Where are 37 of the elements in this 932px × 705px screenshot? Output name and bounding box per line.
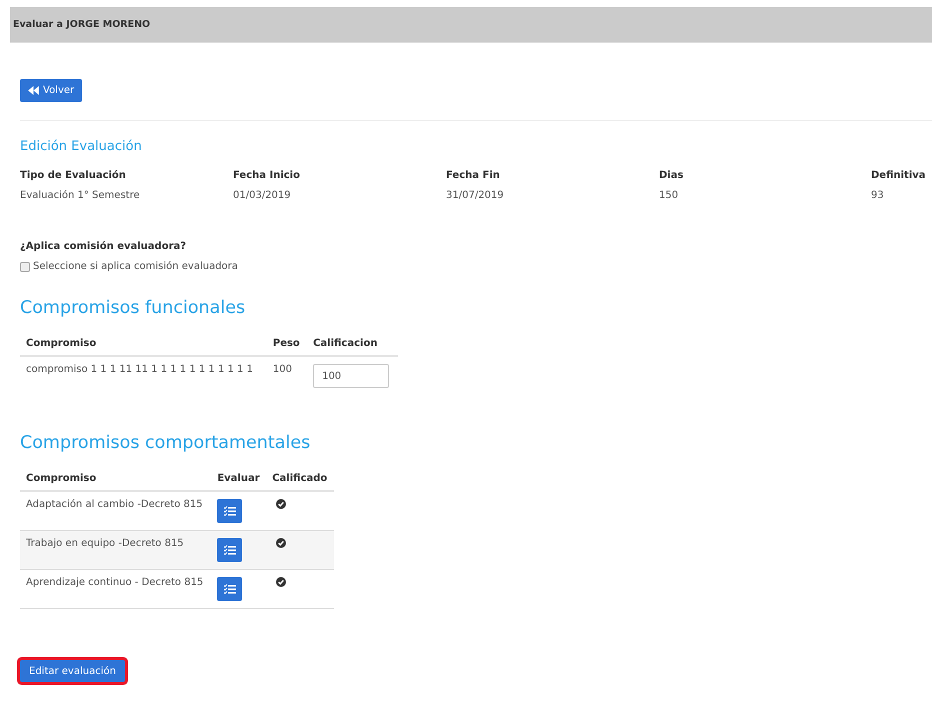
table-cell: Aprendizaje continuo - Decreto 815 xyxy=(20,570,212,608)
field-label: Dias xyxy=(659,170,684,181)
rewind-icon xyxy=(28,86,39,95)
field-label: Definitiva xyxy=(871,170,927,181)
list-icon xyxy=(224,506,236,516)
field-label: Tipo de Evaluación xyxy=(20,170,127,181)
table-cell: compromiso 1 1 1 11 11 1 1 1 1 1 1 1 1 1 1 1 xyxy=(20,356,267,395)
column-header: Peso xyxy=(266,332,308,356)
section-title: Compromisos funcionales xyxy=(20,298,246,318)
page-title: Evaluar a JORGE MORENO xyxy=(13,19,150,30)
list-icon xyxy=(224,545,236,555)
field-label: Fecha Inicio xyxy=(233,170,301,181)
field-value: 31/07/2019 xyxy=(446,190,505,201)
evaluate-button[interactable] xyxy=(217,499,242,523)
table-cell: Trabajo en equipo -Decreto 815 xyxy=(20,530,212,570)
back-button[interactable]: Volver xyxy=(20,79,82,102)
column-header: Calificacion xyxy=(307,332,398,356)
evaluate-button[interactable] xyxy=(217,538,242,562)
list-icon xyxy=(224,584,236,594)
field-value: 93 xyxy=(871,190,885,201)
field-value: 01/03/2019 xyxy=(233,190,292,201)
column-header: Compromiso xyxy=(20,467,212,491)
column-header: Evaluar xyxy=(211,467,266,491)
grade-input[interactable]: 100 xyxy=(313,364,390,388)
column-header: Compromiso xyxy=(20,332,267,356)
field-label: Fecha Fin xyxy=(446,170,501,181)
section-title: Edición Evaluación xyxy=(20,139,143,154)
section-title: Compromisos comportamentales xyxy=(20,433,312,453)
column-header: Calificado xyxy=(266,467,334,491)
field-value: 150 xyxy=(659,190,680,201)
question-label: ¿Aplica comisión evaluadora? xyxy=(20,241,188,252)
evaluate-button[interactable] xyxy=(217,577,242,601)
table-cell: 100 xyxy=(266,356,308,395)
checkbox-label: Seleccione si aplica comisión evaluadora xyxy=(33,261,238,272)
checkbox[interactable] xyxy=(20,262,30,272)
edit-button[interactable]: Editar evaluación xyxy=(20,660,125,682)
field-value: Evaluación 1° Semestre xyxy=(20,190,141,201)
